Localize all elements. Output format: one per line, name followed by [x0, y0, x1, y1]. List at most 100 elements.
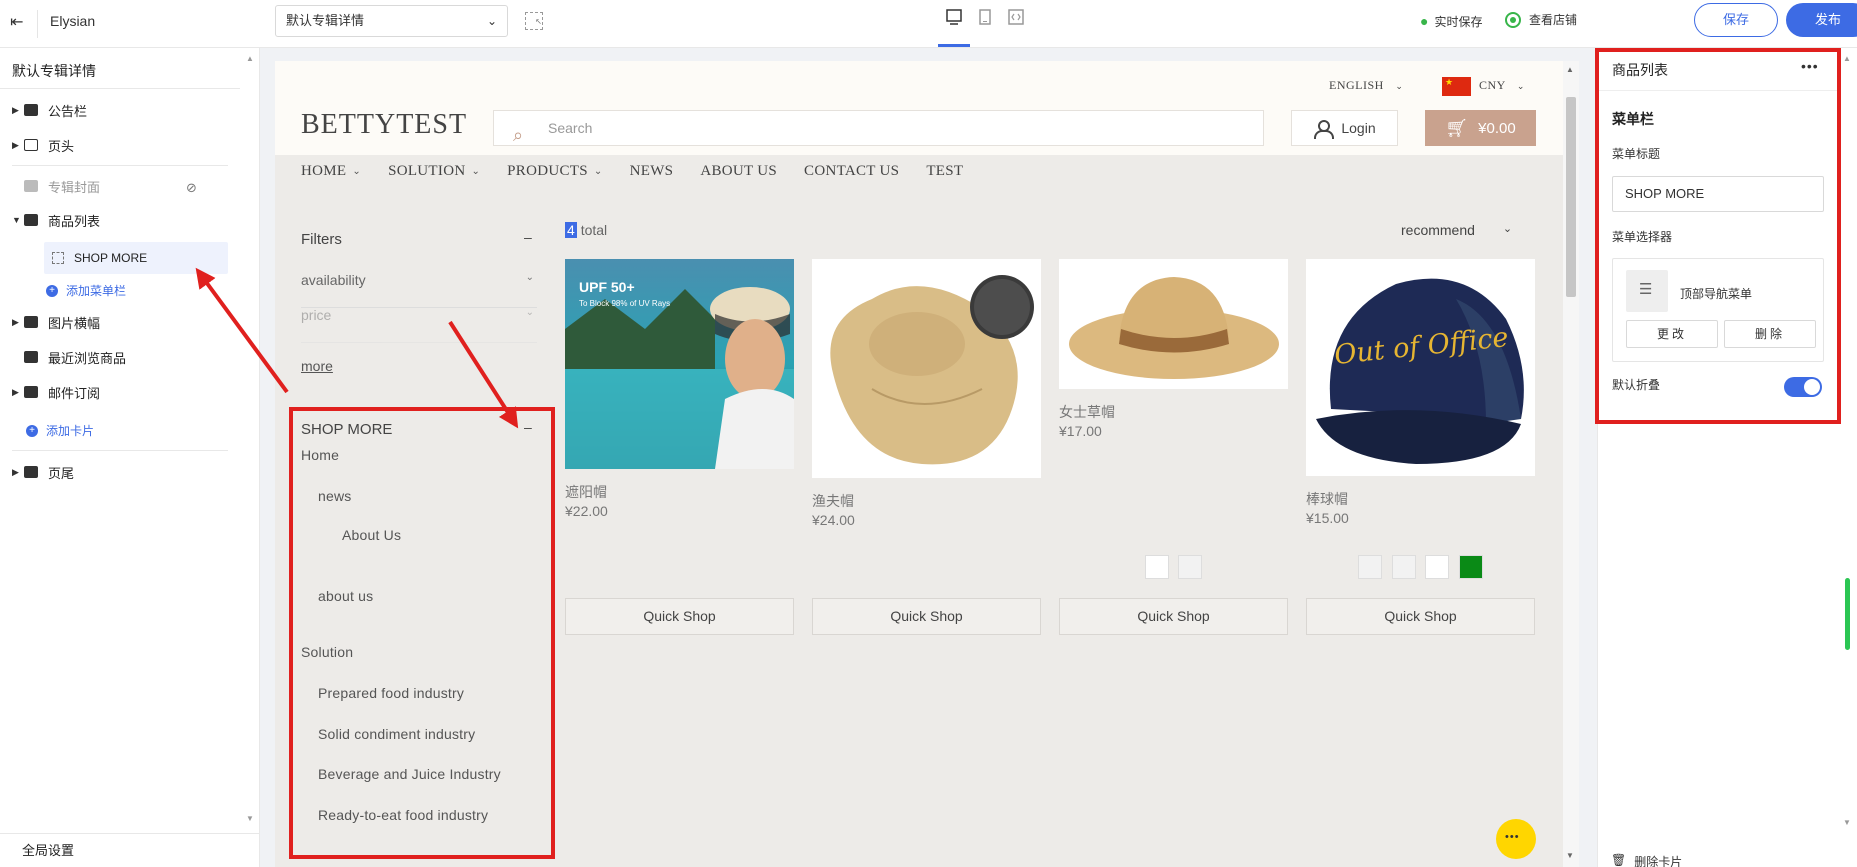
- total-label: total: [580, 222, 608, 238]
- nav-item-test[interactable]: TEST: [926, 163, 963, 180]
- chevron-down-icon: ⌄: [1395, 81, 1404, 91]
- nav-item-contact-us[interactable]: CONTACT US: [804, 163, 899, 180]
- product-name[interactable]: 棒球帽: [1306, 489, 1348, 509]
- sidebar-item-announcement[interactable]: ▶ 公告栏: [12, 98, 87, 122]
- currency-select[interactable]: CNY ⌄: [1479, 78, 1525, 93]
- caret-right-icon[interactable]: ▶: [12, 467, 24, 478]
- login-button[interactable]: Login: [1291, 110, 1398, 146]
- color-swatch[interactable]: [1392, 555, 1416, 579]
- sidebar-item-label: 页头: [48, 138, 75, 154]
- sidebar-item-recently-viewed[interactable]: 最近浏览商品: [12, 345, 126, 369]
- sidebar-item-footer[interactable]: ▶ 页尾: [12, 460, 74, 484]
- caret-right-icon[interactable]: ▶: [12, 105, 24, 116]
- total-count: 4: [565, 222, 577, 238]
- nav-item-home[interactable]: HOME ⌄: [301, 163, 361, 180]
- code-view-icon[interactable]: [1007, 8, 1025, 28]
- save-button[interactable]: 保存: [1694, 3, 1778, 37]
- sidebar-item-product-list[interactable]: ▼ 商品列表: [12, 208, 100, 232]
- quick-shop-button[interactable]: Quick Shop: [565, 598, 794, 635]
- sidebar-item-header[interactable]: ▶ 页头: [12, 133, 74, 157]
- product-image[interactable]: [1059, 259, 1288, 389]
- sidebar-item-label: 专辑封面: [48, 179, 101, 195]
- scroll-up-icon[interactable]: ▲: [1843, 54, 1851, 63]
- mobile-view-icon[interactable]: [976, 8, 994, 28]
- publish-button[interactable]: 发布: [1786, 3, 1857, 37]
- chevron-down-icon: ⌄: [1502, 223, 1513, 235]
- scroll-down-icon[interactable]: ▼: [1843, 818, 1851, 827]
- filters-collapse-button[interactable]: –: [524, 229, 532, 245]
- product-name[interactable]: 渔夫帽: [812, 491, 854, 511]
- hidden-eye-icon[interactable]: ⊘: [186, 180, 197, 196]
- caret-right-icon[interactable]: ▶: [12, 317, 24, 328]
- scroll-up-icon[interactable]: ▲: [246, 54, 254, 63]
- cart-icon: 🛒︎: [1445, 117, 1469, 138]
- cart-button[interactable]: 🛒︎ ¥0.00: [1425, 110, 1536, 146]
- caret-down-icon[interactable]: ▼: [12, 215, 24, 225]
- sidebar-item-label: 邮件订阅: [48, 385, 101, 401]
- sidebar-item-image-banner[interactable]: ▶ 图片横幅: [12, 310, 100, 334]
- nav-item-news[interactable]: NEWS: [630, 163, 674, 180]
- scroll-down-icon[interactable]: ▼: [246, 814, 254, 823]
- global-settings-button[interactable]: 全局设置: [0, 833, 260, 867]
- product-image[interactable]: [812, 259, 1041, 478]
- product-name[interactable]: 遮阳帽: [565, 482, 607, 502]
- quick-shop-button[interactable]: Quick Shop: [1306, 598, 1535, 635]
- divider: [0, 88, 240, 89]
- newsletter-icon: [24, 386, 38, 398]
- quick-shop-button[interactable]: Quick Shop: [812, 598, 1041, 635]
- sidebar-item-label: 图片横幅: [48, 315, 101, 331]
- color-swatch[interactable]: [1178, 555, 1202, 579]
- color-swatch[interactable]: [1358, 555, 1382, 579]
- filter-price[interactable]: price ⌄: [301, 307, 537, 343]
- top-bar: ⇤ Elysian 默认专辑详情 ⌄ ↖ ● 实时保存 查看店铺 保存 发布: [0, 0, 1857, 48]
- nav-item-products[interactable]: PRODUCTS ⌄: [507, 163, 602, 180]
- language-select[interactable]: ENGLISH ⌄: [1329, 78, 1403, 93]
- sidebar-item-shop-more[interactable]: SHOP MORE: [52, 247, 147, 269]
- color-swatch[interactable]: [1425, 555, 1449, 579]
- sort-select[interactable]: recommend ⌄: [1401, 222, 1512, 238]
- chevron-down-icon: ⌄: [471, 166, 481, 177]
- product-card[interactable]: Out of Office 棒球帽 ¥15.00 Quick Shop: [1306, 259, 1535, 639]
- quick-shop-button[interactable]: Quick Shop: [1059, 598, 1288, 635]
- caret-right-icon[interactable]: ▶: [12, 387, 24, 398]
- store-logo[interactable]: BETTYTEST: [301, 109, 467, 141]
- user-icon: [1313, 119, 1335, 139]
- view-store-link[interactable]: 查看店铺: [1505, 11, 1577, 28]
- left-scrollbar[interactable]: ▲ ▼: [243, 48, 260, 828]
- canvas-scrollbar[interactable]: ▲ ▼: [1563, 61, 1579, 867]
- chevron-down-icon: ⌄: [486, 14, 497, 28]
- currency-label: CNY: [1479, 78, 1506, 92]
- sidebar-item-label: 商品列表: [48, 213, 101, 229]
- nav-item-label: NEWS: [629, 163, 674, 179]
- select-element-icon[interactable]: ↖: [525, 12, 543, 30]
- product-name[interactable]: 女士草帽: [1059, 402, 1115, 422]
- desktop-view-icon[interactable]: [945, 8, 963, 28]
- scrollbar-thumb[interactable]: [1566, 97, 1576, 297]
- nav-item-about-us[interactable]: ABOUT US: [700, 163, 777, 180]
- caret-right-icon[interactable]: ▶: [12, 140, 24, 151]
- product-list-icon: [24, 214, 38, 226]
- add-menu-bar-link[interactable]: + 添加菜单栏: [46, 282, 126, 299]
- delete-card-button[interactable]: 🗑︎ 删除卡片: [1611, 853, 1682, 867]
- nav-item-label: PRODUCTS: [507, 163, 588, 179]
- product-card[interactable]: 渔夫帽 ¥24.00 Quick Shop: [812, 259, 1041, 639]
- scroll-up-icon[interactable]: ▲: [1566, 65, 1574, 74]
- eye-icon: [1505, 11, 1521, 28]
- product-card[interactable]: 女士草帽 ¥17.00 Quick Shop: [1059, 259, 1288, 639]
- autosave-status: ● 实时保存: [1420, 13, 1482, 30]
- sidebar-item-newsletter[interactable]: ▶ 邮件订阅: [12, 380, 100, 404]
- scroll-down-icon[interactable]: ▼: [1566, 851, 1574, 860]
- filter-availability[interactable]: availability ⌄: [301, 272, 537, 308]
- color-swatch[interactable]: [1145, 555, 1169, 579]
- color-swatch[interactable]: [1459, 555, 1483, 579]
- template-select[interactable]: 默认专辑详情 ⌄: [275, 5, 508, 37]
- sidebar-item-collection-cover[interactable]: 专辑封面: [12, 174, 100, 198]
- product-card[interactable]: UPF 50+ To Block 98% of UV Rays 遮阳帽 ¥22.…: [565, 259, 794, 639]
- nav-item-solution[interactable]: SOLUTION ⌄: [388, 163, 480, 180]
- search-input[interactable]: ⌕ Search: [493, 110, 1264, 146]
- exit-icon[interactable]: ⇤: [10, 12, 30, 32]
- more-filters-link[interactable]: more: [301, 358, 333, 374]
- product-image-headline: UPF 50+: [579, 279, 635, 295]
- add-card-link[interactable]: + 添加卡片: [26, 422, 94, 439]
- chat-icon[interactable]: [1496, 819, 1536, 859]
